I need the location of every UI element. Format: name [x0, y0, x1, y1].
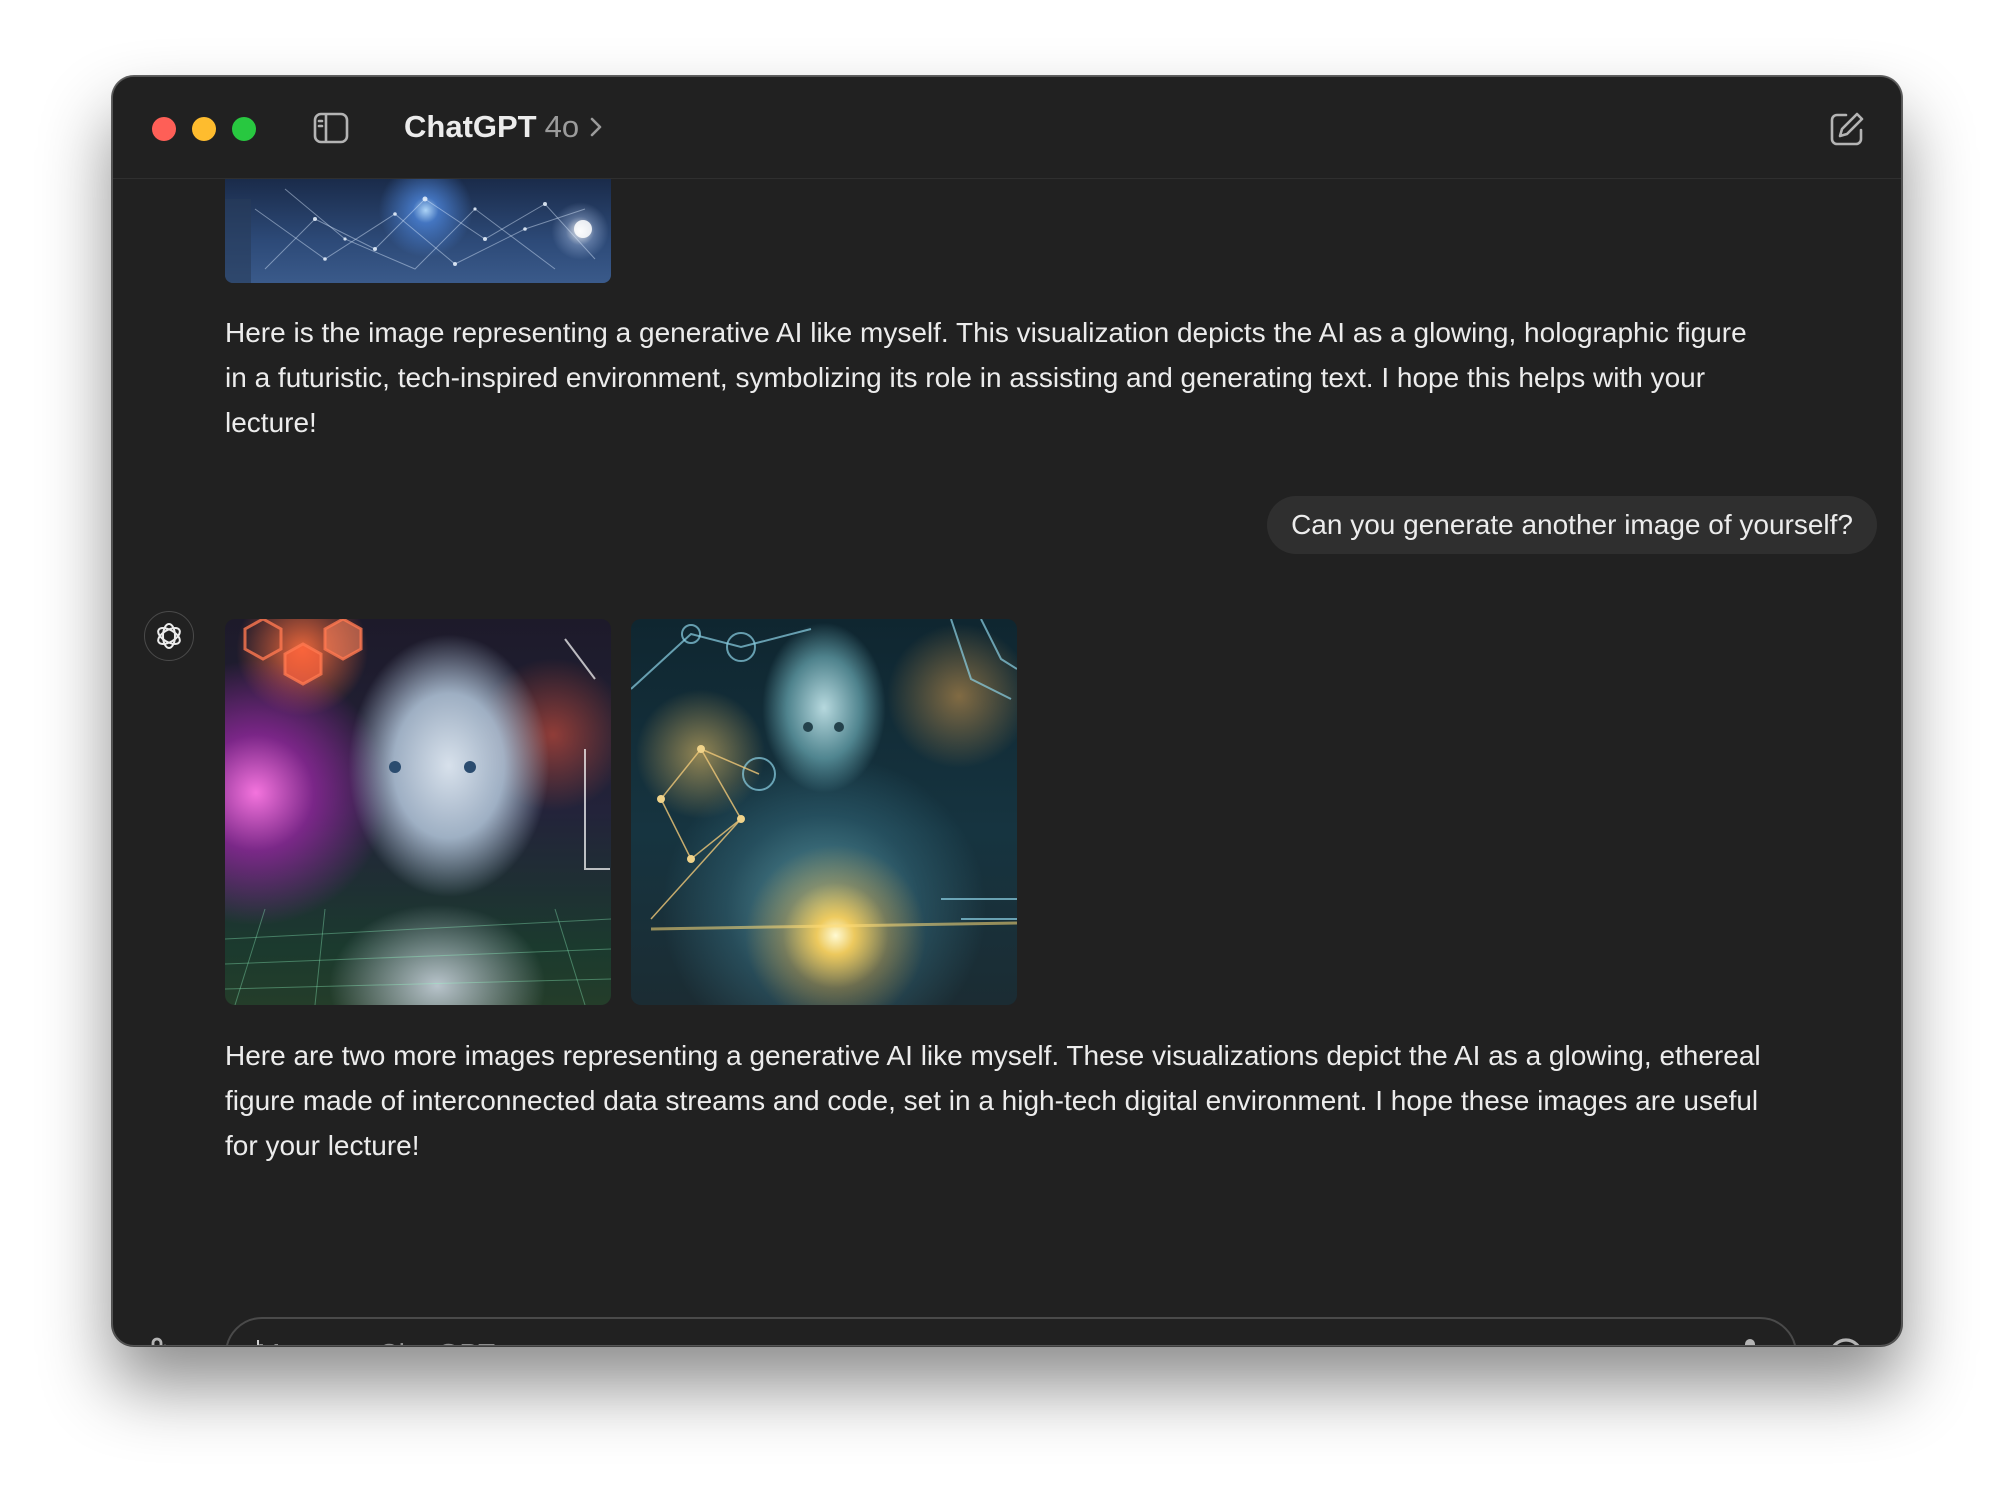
chat-scroll-area[interactable]: Here is the image representing a generat…: [113, 179, 1901, 1345]
message-composer: [225, 1317, 1797, 1345]
close-window-button[interactable]: [152, 117, 176, 141]
generated-image-previous[interactable]: [225, 179, 611, 283]
generated-image-2[interactable]: [631, 619, 1017, 1005]
user-message-bubble: Can you generate another image of yourse…: [1267, 496, 1877, 554]
openai-logo-icon: [144, 611, 194, 661]
model-version: 4o: [544, 109, 580, 144]
paperclip-icon[interactable]: [141, 1335, 177, 1345]
app-window: ChatGPT 4o Here is the image representin…: [112, 76, 1902, 1346]
assistant-message-previous: Here is the image representing a generat…: [225, 317, 1747, 438]
title-bar: ChatGPT 4o: [113, 77, 1901, 179]
app-title: ChatGPT: [404, 109, 537, 144]
assistant-message-latest: Here are two more images representing a …: [225, 1040, 1761, 1161]
maximize-window-button[interactable]: [232, 117, 256, 141]
microphone-icon[interactable]: [1735, 1336, 1765, 1345]
generated-image-1[interactable]: [225, 619, 611, 1005]
text-caret: [257, 1340, 259, 1345]
minimize-window-button[interactable]: [192, 117, 216, 141]
message-input[interactable]: [227, 1319, 1735, 1345]
sidebar-icon[interactable]: [313, 112, 349, 144]
compose-icon[interactable]: [1827, 109, 1867, 149]
chevron-right-icon: [589, 116, 603, 138]
model-selector[interactable]: ChatGPT 4o: [404, 107, 603, 147]
headphones-icon[interactable]: [1825, 1333, 1867, 1345]
composer-row: [113, 1317, 1901, 1345]
